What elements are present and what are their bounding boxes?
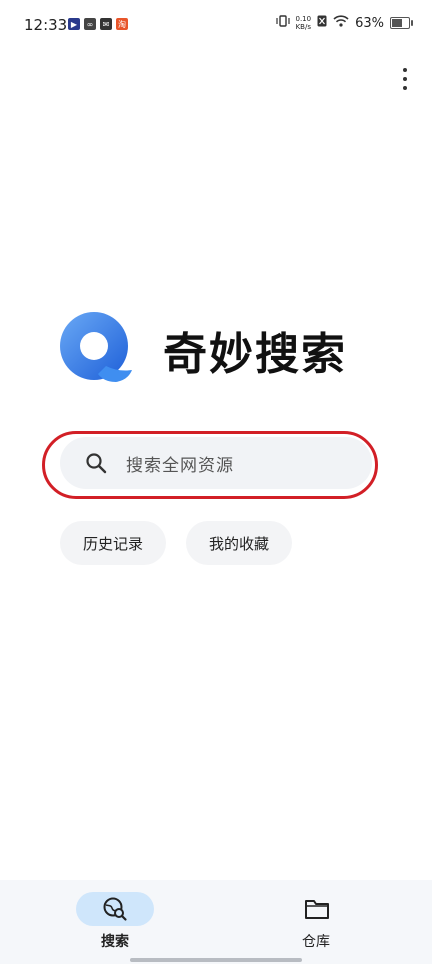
menu-dot [403,68,407,72]
no-sim-icon [317,15,327,31]
menu-dot [403,86,407,90]
status-time: 12:33 [24,16,68,34]
highlight-outline [42,431,378,499]
battery-icon [390,17,413,29]
status-right: 0.10 KB/s 63% [275,15,413,31]
net-speed-unit: KB/s [295,23,311,31]
notification-icons: ▶ ∞ ✉ 淘 [68,18,128,30]
folder-icon [305,900,329,919]
wifi-icon [333,15,349,31]
mail-icon: ✉ [100,18,112,30]
net-speed-value: 0.10 [295,15,312,23]
tab-search[interactable]: 搜索 [0,880,216,964]
home-indicator[interactable] [130,958,302,962]
play-store-icon: ▶ [68,18,80,30]
more-options-icon[interactable] [398,68,412,90]
battery-fill [392,19,402,27]
favorites-button[interactable]: 我的收藏 [186,521,292,565]
link-app-icon: ∞ [84,18,96,30]
taobao-icon: 淘 [116,18,128,30]
battery-percent: 63% [355,15,384,31]
status-bar: 12:33 ▶ ∞ ✉ 淘 0.10 KB/s 63% [0,0,432,50]
tab-repository-label: 仓库 [302,934,330,950]
net-speed: 0.10 KB/s [296,15,312,31]
bottom-nav: 搜索 仓库 [0,880,432,964]
tab-repository[interactable]: 仓库 [216,880,432,964]
vibrate-icon [275,15,290,31]
menu-dot [403,77,407,81]
search-globe-icon [103,897,127,921]
tab-search-label: 搜索 [101,934,129,950]
app-logo-icon [60,312,132,382]
tab-search-indicator [76,892,154,926]
app-title: 奇妙搜索 [163,329,347,380]
history-button[interactable]: 历史记录 [60,521,166,565]
